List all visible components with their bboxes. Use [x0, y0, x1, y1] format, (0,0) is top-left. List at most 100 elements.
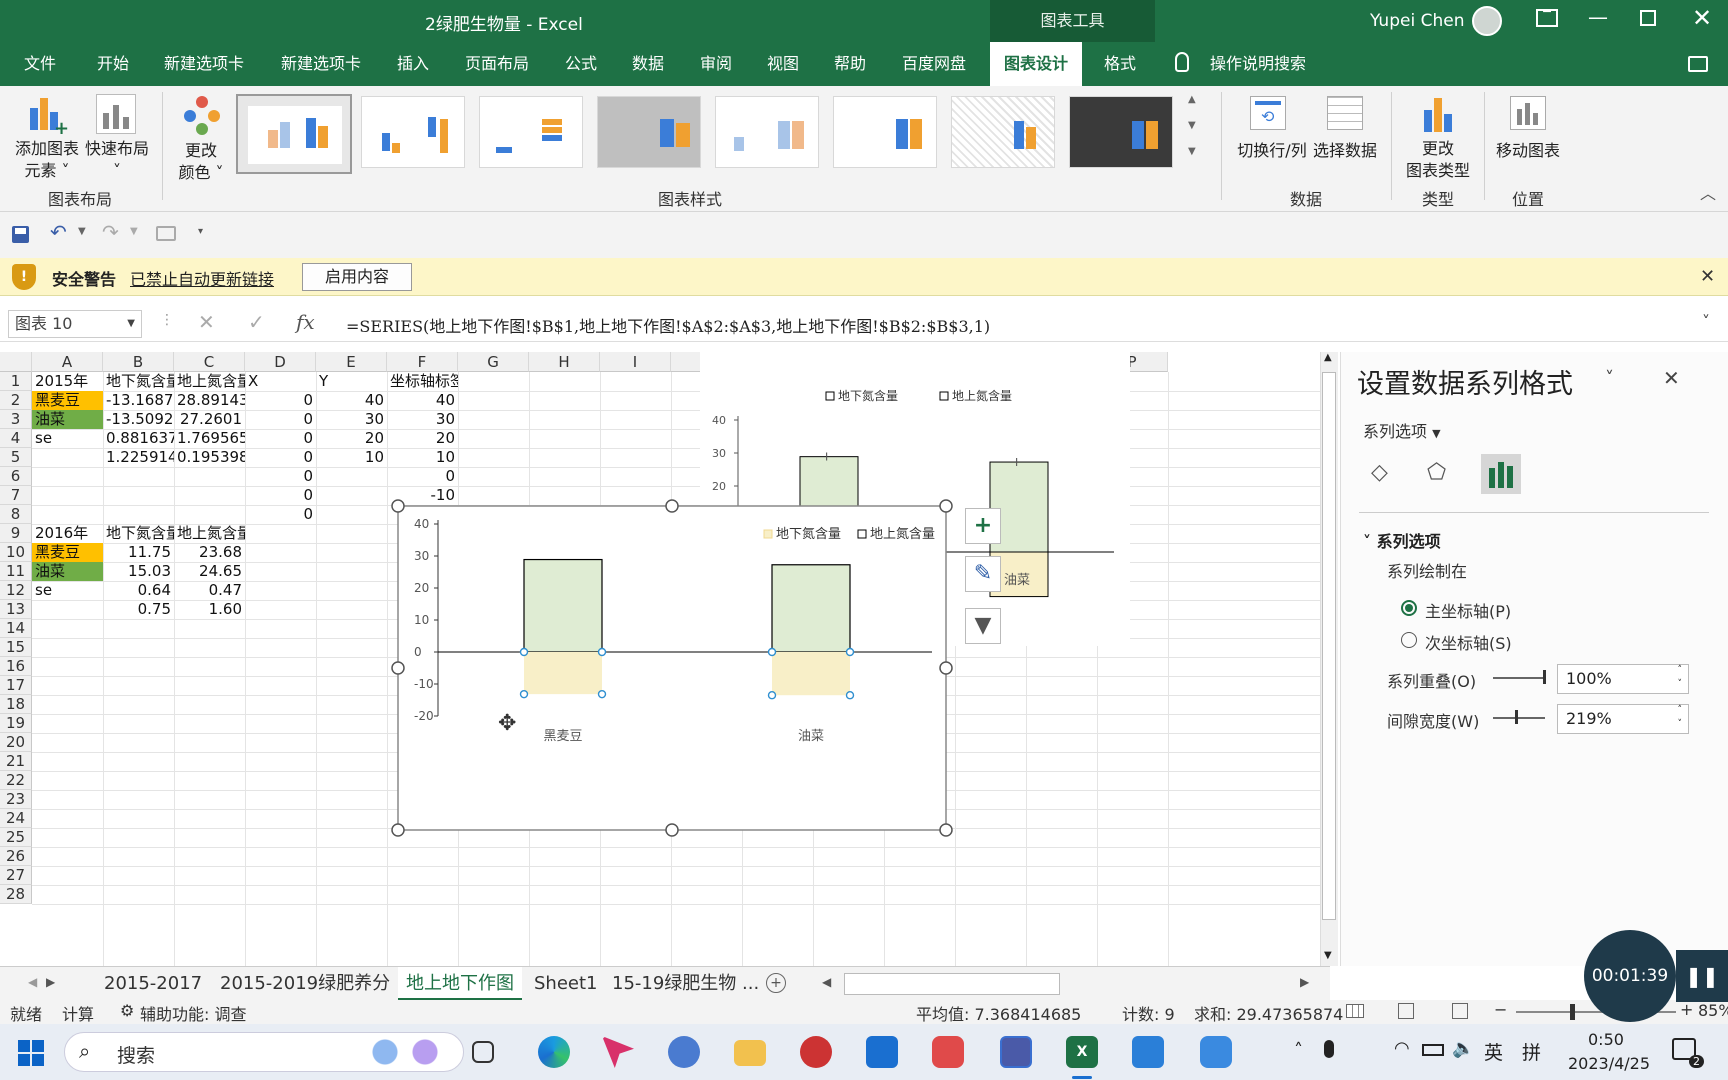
row-header[interactable]: 3: [0, 410, 32, 429]
cell[interactable]: 0.64: [103, 581, 174, 600]
cell[interactable]: 地下氮含量: [103, 524, 174, 543]
chart-style-2[interactable]: [361, 96, 465, 168]
cell[interactable]: 黑麦豆: [32, 543, 103, 562]
user-name[interactable]: Yupei Chen: [1370, 11, 1464, 31]
menu-data[interactable]: 数据: [632, 42, 664, 86]
microphone-icon[interactable]: [1324, 1040, 1334, 1058]
resize-handle[interactable]: [939, 499, 953, 513]
data-point-handle[interactable]: [845, 647, 855, 657]
sheet-tab-15-19[interactable]: 15-19绿肥生物 ...: [612, 967, 759, 1001]
cell[interactable]: 0: [245, 429, 316, 448]
switch-row-column-button[interactable]: 切换行/列: [1234, 140, 1310, 162]
cell[interactable]: -13.1687: [103, 391, 174, 410]
resize-handle[interactable]: [665, 499, 679, 513]
cell[interactable]: 27.2601: [174, 410, 245, 429]
overlap-input[interactable]: 100% ˄ ˅: [1557, 664, 1689, 694]
windows-start-icon[interactable]: [18, 1040, 44, 1066]
chart-elements-button[interactable]: +: [965, 508, 1001, 544]
cell[interactable]: 地下氮含量: [103, 372, 174, 391]
excel-icon[interactable]: X: [1066, 1036, 1098, 1068]
collapse-ribbon-icon[interactable]: ︿: [1700, 180, 1716, 204]
bar-above-ground[interactable]: [771, 564, 851, 653]
primary-axis-label[interactable]: 主坐标轴(P): [1425, 598, 1511, 622]
warning-message[interactable]: 已禁止自动更新链接: [130, 266, 274, 290]
cell[interactable]: 0: [245, 486, 316, 505]
pointer-app-icon[interactable]: [602, 1036, 634, 1068]
effects-icon[interactable]: ⬠: [1427, 460, 1453, 486]
cell[interactable]: 40: [316, 391, 387, 410]
column-header[interactable]: C: [174, 352, 245, 372]
series-options-section[interactable]: ˅ 系列选项: [1363, 528, 1441, 552]
cell[interactable]: 1.60: [174, 600, 245, 619]
task-view-icon[interactable]: [472, 1041, 494, 1063]
cell[interactable]: 油菜: [32, 410, 103, 429]
clock-date[interactable]: 2023/4/25: [1568, 1054, 1650, 1073]
page-break-view-icon[interactable]: [1452, 1003, 1468, 1019]
gallery-scroll-down-icon[interactable]: ▼: [1188, 120, 1196, 131]
menu-file[interactable]: 文件: [24, 42, 56, 86]
row-header[interactable]: 15: [0, 638, 32, 657]
column-header[interactable]: A: [32, 352, 103, 372]
select-data-button[interactable]: 选择数据: [1306, 140, 1384, 162]
menu-help[interactable]: 帮助: [834, 42, 866, 86]
cell[interactable]: 23.68: [174, 543, 245, 562]
data-point-handle[interactable]: [519, 689, 529, 699]
cell[interactable]: 黑麦豆: [32, 391, 103, 410]
tab-scroll-left-icon[interactable]: ◀: [28, 975, 37, 989]
resize-handle[interactable]: [939, 661, 953, 675]
cell[interactable]: 20: [316, 429, 387, 448]
edge-icon[interactable]: [538, 1036, 570, 1068]
chart-filters-icon[interactable]: ▼: [965, 608, 1001, 644]
cell[interactable]: 40: [387, 391, 458, 410]
recording-timer[interactable]: 00:01:39: [1584, 930, 1676, 1022]
cell[interactable]: se: [32, 581, 103, 600]
undo-icon[interactable]: ↶: [50, 220, 67, 244]
select-all-corner[interactable]: [0, 352, 32, 372]
row-header[interactable]: 11: [0, 562, 32, 581]
name-box[interactable]: 图表 10 ▼: [8, 310, 142, 338]
network-icon[interactable]: ◠: [1394, 1038, 1410, 1059]
chart-styles-brush-icon[interactable]: ✎: [965, 556, 1001, 592]
mail-icon[interactable]: [866, 1036, 898, 1068]
secondary-axis-label[interactable]: 次坐标轴(S): [1425, 630, 1512, 654]
data-point-handle[interactable]: [519, 647, 529, 657]
column-header[interactable]: G: [458, 352, 529, 372]
column-header[interactable]: D: [245, 352, 316, 372]
column-header[interactable]: I: [600, 352, 671, 372]
row-header[interactable]: 9: [0, 524, 32, 543]
cell[interactable]: -13.5092: [103, 410, 174, 429]
cell[interactable]: 0: [245, 505, 316, 524]
volume-icon[interactable]: 🔈: [1452, 1038, 1474, 1059]
cell[interactable]: X: [245, 372, 316, 391]
screen-icon[interactable]: [156, 226, 176, 241]
tell-me-search[interactable]: 操作说明搜索: [1210, 42, 1306, 86]
row-header[interactable]: 17: [0, 676, 32, 695]
gallery-more-icon[interactable]: ▼: [1188, 146, 1196, 157]
menu-new-tab-1[interactable]: 新建选项卡: [164, 42, 244, 86]
spinner-icon[interactable]: ˄ ˅: [1678, 703, 1683, 731]
column-header[interactable]: H: [529, 352, 600, 372]
bar-below-ground[interactable]: [524, 652, 602, 695]
add-sheet-icon[interactable]: +: [766, 973, 786, 993]
menu-chart-design[interactable]: 图表设计: [990, 42, 1082, 86]
data-point-handle[interactable]: [597, 689, 607, 699]
formula-input[interactable]: =SERIES(地上地下作图!$B$1,地上地下作图!$A$2:$A$3,地上地…: [346, 313, 990, 337]
add-chart-element-button[interactable]: 添加图表 元素 ˅: [12, 138, 82, 182]
chart-area[interactable]: [397, 505, 947, 831]
status-accessibility[interactable]: 辅助功能: 调查: [140, 1001, 246, 1025]
row-header[interactable]: 26: [0, 847, 32, 866]
menu-insert[interactable]: 插入: [397, 42, 429, 86]
row-header[interactable]: 16: [0, 657, 32, 676]
gap-width-slider-thumb[interactable]: [1515, 710, 1518, 724]
zoom-out-icon[interactable]: −: [1494, 1000, 1507, 1019]
zoom-slider-thumb[interactable]: [1570, 1004, 1575, 1020]
row-header[interactable]: 18: [0, 695, 32, 714]
enable-content-button[interactable]: 启用内容: [302, 263, 412, 291]
row-header[interactable]: 21: [0, 752, 32, 771]
zoom-level[interactable]: 85%: [1698, 1001, 1728, 1020]
menu-baidu[interactable]: 百度网盘: [902, 42, 966, 86]
row-header[interactable]: 28: [0, 885, 32, 904]
comments-icon[interactable]: [1688, 56, 1708, 72]
column-header[interactable]: B: [103, 352, 174, 372]
chart-style-4[interactable]: [597, 96, 701, 168]
